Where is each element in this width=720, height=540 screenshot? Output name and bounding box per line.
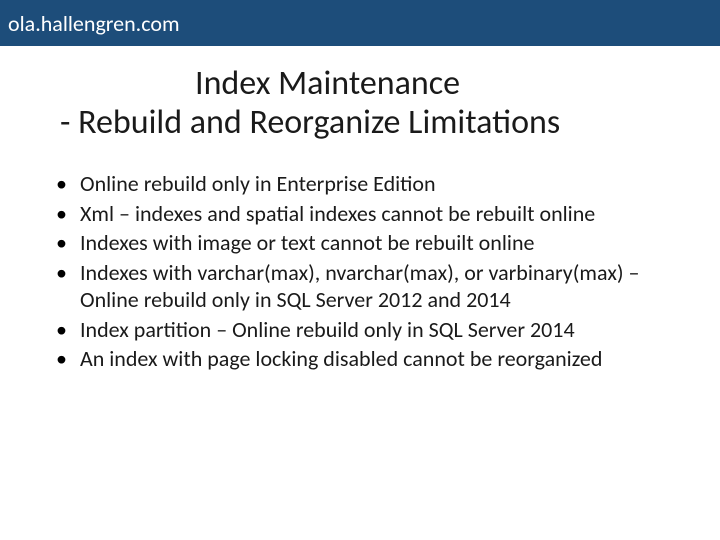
- list-item: Index partition – Online rebuild only in…: [50, 316, 680, 344]
- bullet-list: Online rebuild only in Enterprise Editio…: [40, 170, 680, 373]
- title-line-2: - Rebuild and Reorganize Limitations: [60, 103, 680, 142]
- site-title: ola.hallengren.com: [8, 10, 180, 37]
- list-item: Indexes with image or text cannot be reb…: [50, 229, 680, 257]
- header-bar: ola.hallengren.com: [0, 0, 720, 46]
- slide-title: Index Maintenance - Rebuild and Reorgani…: [60, 64, 680, 142]
- list-item: Indexes with varchar(max), nvarchar(max)…: [50, 259, 680, 314]
- title-line-1: Index Maintenance: [195, 64, 680, 103]
- list-item: An index with page locking disabled cann…: [50, 345, 680, 373]
- list-item: Xml – indexes and spatial indexes cannot…: [50, 200, 680, 228]
- slide-content: Index Maintenance - Rebuild and Reorgani…: [0, 46, 720, 373]
- list-item: Online rebuild only in Enterprise Editio…: [50, 170, 680, 198]
